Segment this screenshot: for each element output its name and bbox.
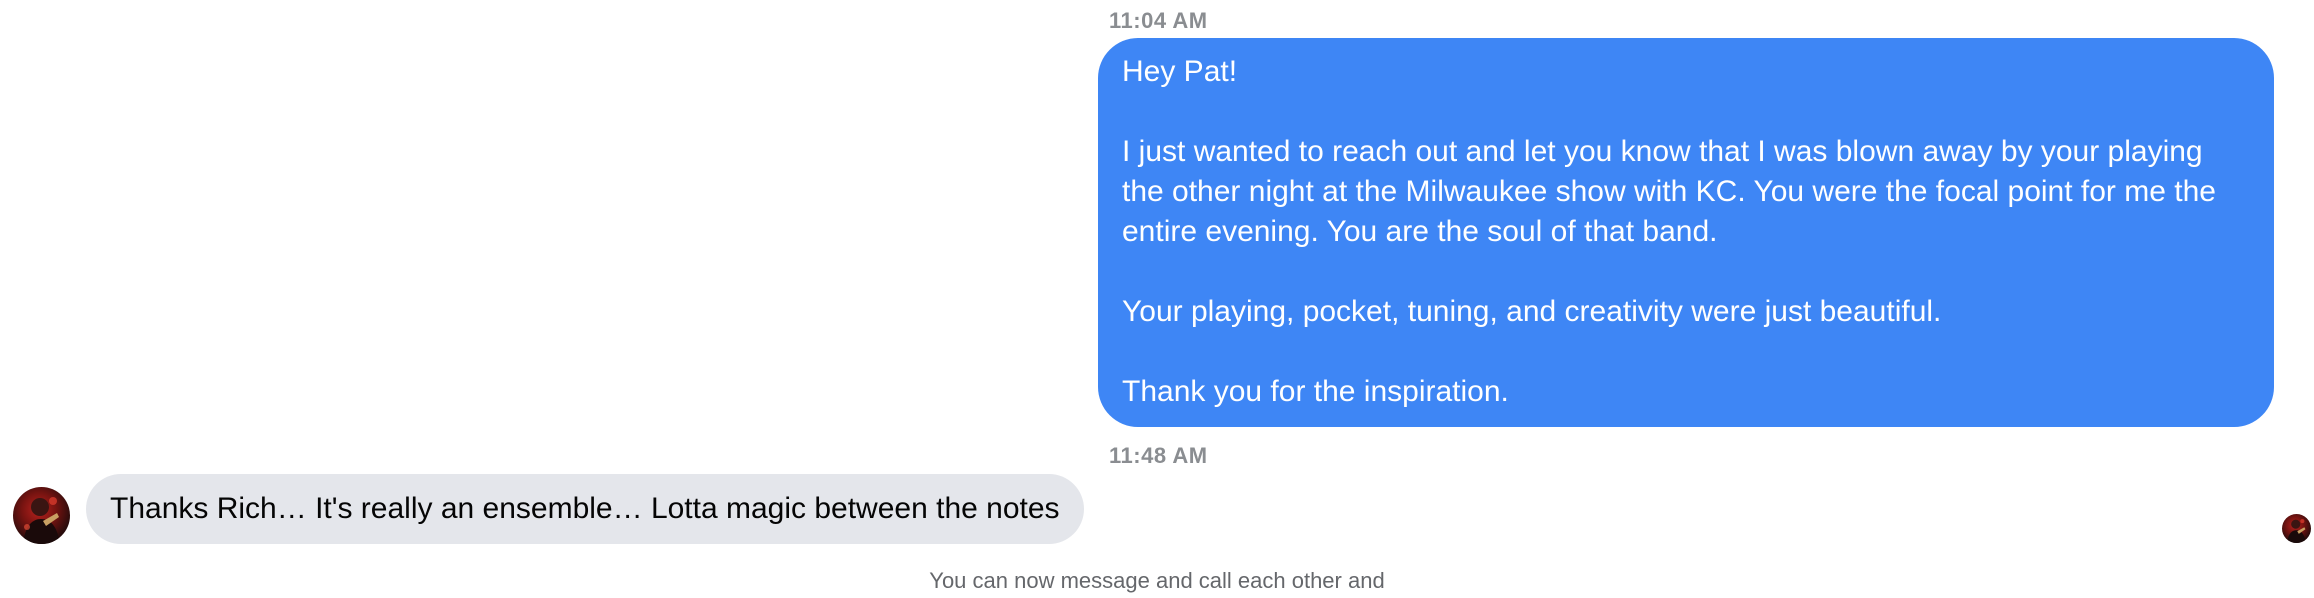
- message-timestamp: 11:48 AM: [1109, 443, 1208, 468]
- read-receipt-avatar: [2282, 514, 2311, 543]
- message-timestamp: 11:04 AM: [1109, 8, 1208, 33]
- incoming-message-bubble[interactable]: Thanks Rich… It's really an ensemble… Lo…: [86, 474, 1084, 544]
- outgoing-message-bubble[interactable]: Hey Pat! I just wanted to reach out and …: [1098, 38, 2274, 427]
- message-paragraph: Thank you for the inspiration.: [1122, 375, 1509, 408]
- profile-photo-avatar-icon: [23, 497, 60, 544]
- message-thread: 11:04 AM Hey Pat! I just wanted to reach…: [0, 0, 2314, 598]
- read-receipt-avatar-icon: [2287, 519, 2306, 543]
- message-paragraph: Your playing, pocket, tuning, and creati…: [1122, 295, 1942, 328]
- message-paragraph: I just wanted to reach out and let you k…: [1122, 135, 2216, 248]
- message-paragraph: Hey Pat!: [1122, 55, 1238, 88]
- sender-avatar[interactable]: [13, 487, 70, 544]
- system-notice: You can now message and call each other …: [929, 568, 1385, 593]
